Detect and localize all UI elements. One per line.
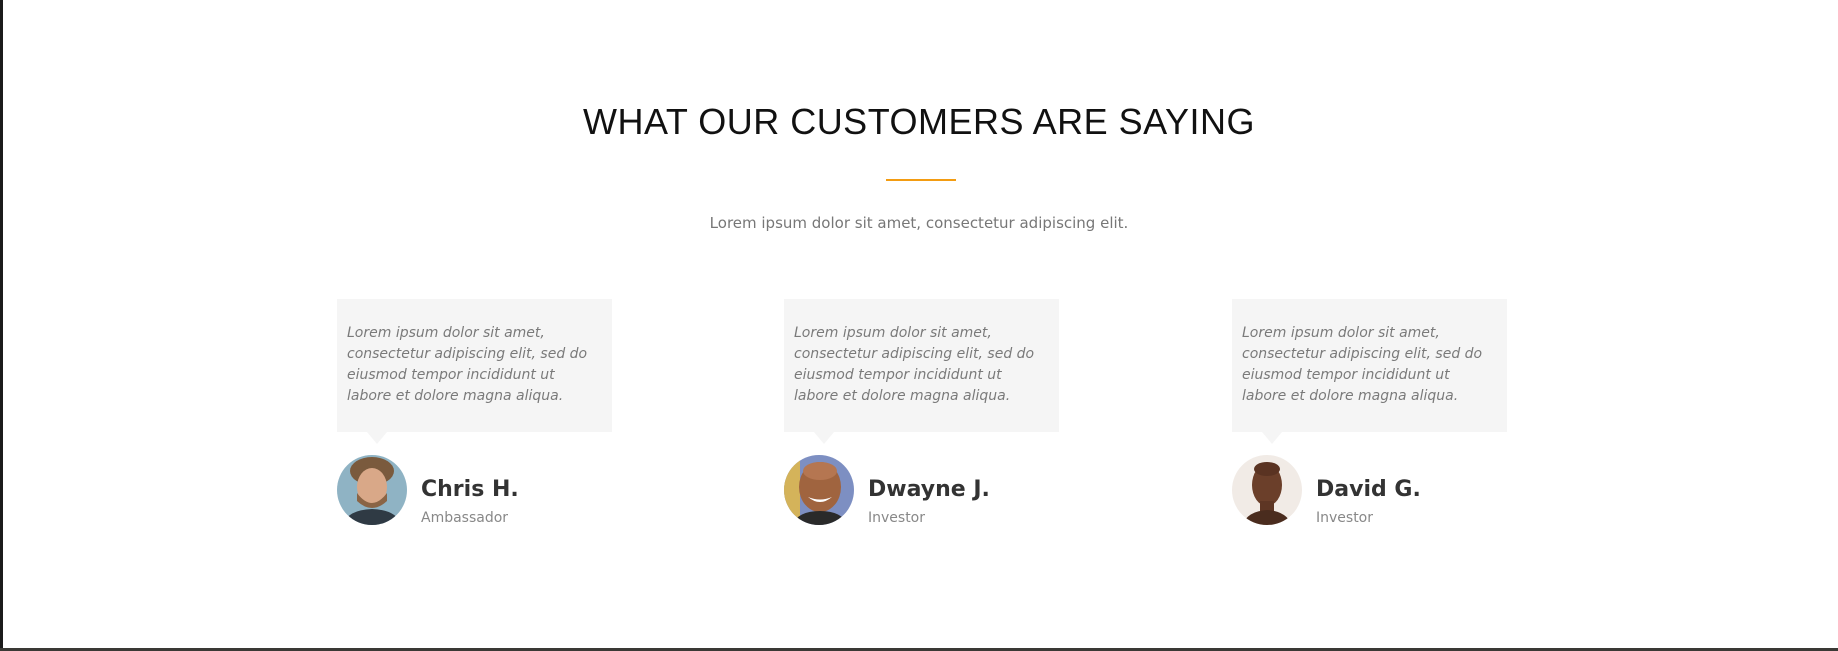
author-role: Investor bbox=[1316, 510, 1374, 526]
avatar bbox=[784, 455, 854, 525]
avatar-portrait-icon bbox=[784, 455, 854, 525]
avatar-portrait-icon bbox=[337, 455, 407, 525]
quote-box: Lorem ipsum dolor sit amet, consectetur … bbox=[1232, 299, 1507, 444]
quote-box: Lorem ipsum dolor sit amet, consectetur … bbox=[337, 299, 612, 444]
testimonial-card: Lorem ipsum dolor sit amet, consectetur … bbox=[337, 299, 612, 527]
author-role: Ambassador bbox=[421, 510, 509, 526]
avatar bbox=[1232, 455, 1302, 525]
avatar-portrait-icon bbox=[1232, 455, 1302, 525]
quote-box: Lorem ipsum dolor sit amet, consectetur … bbox=[784, 299, 1059, 444]
section-heading: WHAT OUR CUSTOMERS ARE SAYING bbox=[583, 101, 1255, 142]
avatar bbox=[337, 455, 407, 525]
author-block: Chris H. Ambassador bbox=[337, 455, 612, 527]
quote-text: Lorem ipsum dolor sit amet, consectetur … bbox=[794, 325, 1035, 404]
author-block: Dwayne J. Investor bbox=[784, 455, 1059, 527]
author-name: Chris H. bbox=[421, 477, 519, 502]
author-name: Dwayne J. bbox=[868, 477, 990, 502]
quote-text: Lorem ipsum dolor sit amet, consectetur … bbox=[1242, 325, 1483, 404]
testimonial-card: Lorem ipsum dolor sit amet, consectetur … bbox=[784, 299, 1059, 527]
left-edge-border bbox=[0, 0, 3, 651]
section-subtitle: Lorem ipsum dolor sit amet, consectetur … bbox=[709, 214, 1129, 232]
quote-text: Lorem ipsum dolor sit amet, consectetur … bbox=[347, 325, 588, 404]
author-role: Investor bbox=[868, 510, 926, 526]
author-name: David G. bbox=[1316, 477, 1421, 502]
author-block: David G. Investor bbox=[1232, 455, 1507, 527]
testimonials-section: WHAT OUR CUSTOMERS ARE SAYING Lorem ipsu… bbox=[0, 0, 1838, 651]
testimonial-card: Lorem ipsum dolor sit amet, consectetur … bbox=[1232, 299, 1507, 527]
heading-divider bbox=[886, 179, 956, 181]
